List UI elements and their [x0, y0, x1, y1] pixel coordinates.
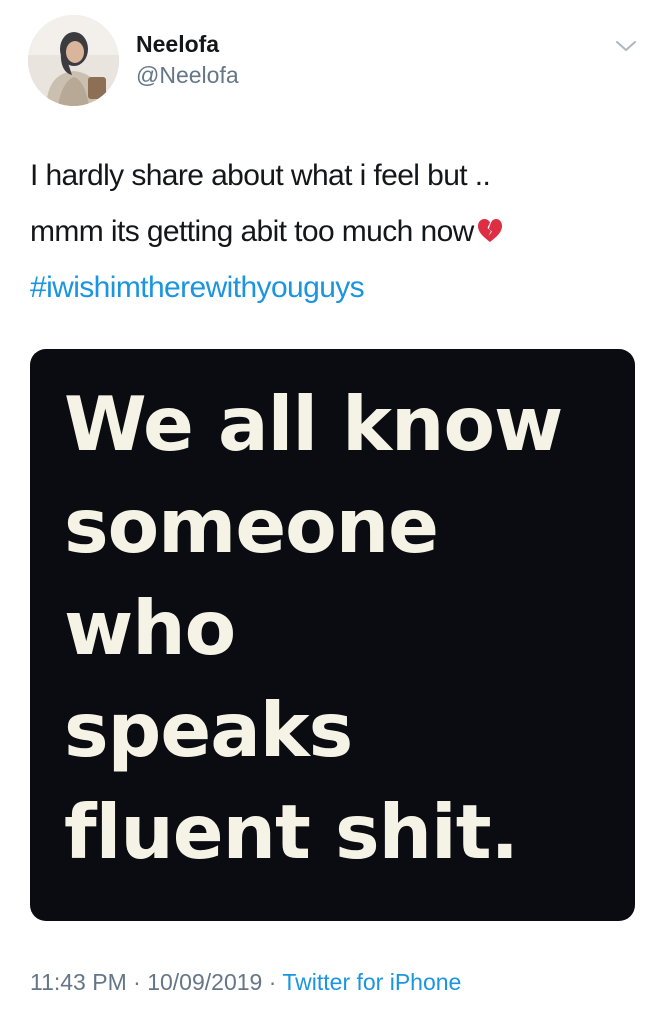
- tweet-date[interactable]: 10/09/2019: [147, 969, 262, 995]
- avatar[interactable]: [28, 15, 119, 106]
- meta-separator: ·: [133, 969, 141, 995]
- meta-separator: ·: [268, 969, 277, 995]
- display-name[interactable]: Neelofa: [136, 30, 219, 58]
- tweet-metadata: 11:43 PM · 10/09/2019 · Twitter for iPho…: [30, 967, 461, 997]
- tweet-line-text: mmm its getting abit too much now: [30, 215, 474, 248]
- user-handle[interactable]: @Neelofa: [136, 61, 239, 89]
- meme-line: We all know: [64, 380, 563, 468]
- tweet-line: mmm its getting abit too much now: [30, 204, 640, 260]
- meme-line: someone: [64, 482, 439, 570]
- broken-heart-icon: [477, 219, 502, 242]
- hashtag-link[interactable]: #iwishimtherewithyouguys: [30, 260, 640, 316]
- chevron-down-icon[interactable]: [614, 34, 638, 58]
- tweet-time[interactable]: 11:43 PM: [30, 969, 127, 995]
- meme-line: speaks: [64, 686, 353, 774]
- meme-text: We all know someone who speaks fluent sh…: [64, 373, 563, 883]
- tweet-line: I hardly share about what i feel but ..: [30, 159, 491, 192]
- tweet-text: I hardly share about what i feel but .. …: [30, 148, 640, 316]
- meme-line: who: [64, 584, 236, 672]
- tweet-source-link[interactable]: Twitter for iPhone: [282, 969, 461, 995]
- meme-line: fluent shit.: [64, 788, 519, 876]
- profile-photo-icon: [28, 15, 119, 106]
- tweet-media-image[interactable]: We all know someone who speaks fluent sh…: [30, 349, 635, 921]
